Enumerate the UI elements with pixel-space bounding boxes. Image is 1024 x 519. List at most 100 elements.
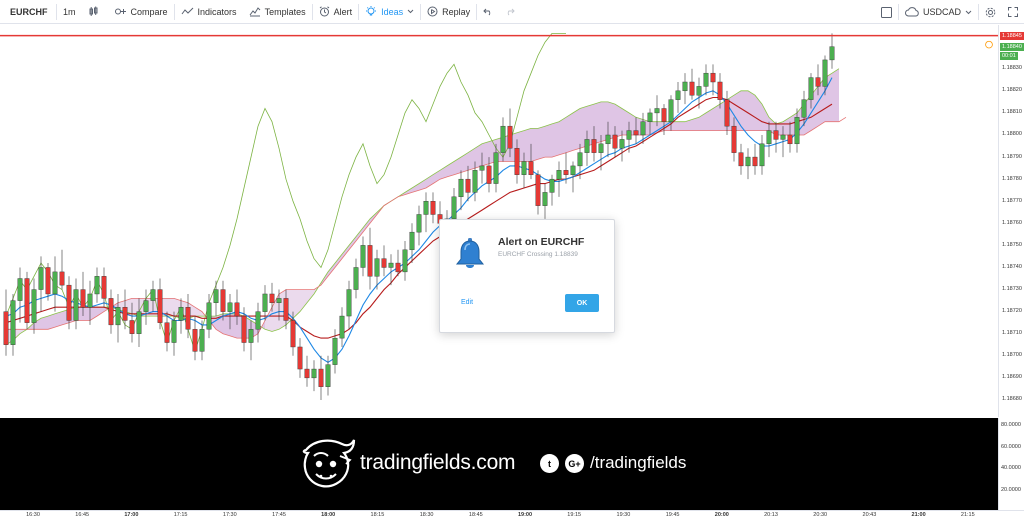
indicators-icon xyxy=(181,6,194,17)
price-tick-label: 1.18740 xyxy=(1002,263,1022,270)
candle-body xyxy=(381,258,387,268)
fullscreen-button[interactable] xyxy=(1002,0,1024,24)
templates-label: Templates xyxy=(264,6,306,17)
chart-style-button[interactable] xyxy=(82,0,109,24)
price-tick-label: 1.18770 xyxy=(1002,197,1022,204)
price-scale[interactable]: 1.18830 1.18820 1.18810 1.18800 1.18790 1.187… xyxy=(998,25,1024,417)
candle-body xyxy=(626,130,632,140)
time-tick-label: 17:15 xyxy=(173,512,188,518)
time-tick-label: 18:45 xyxy=(468,512,483,518)
candle-body xyxy=(815,77,821,87)
cloud-segment xyxy=(97,307,104,317)
alert-label: Alert xyxy=(333,6,353,17)
candle-body xyxy=(234,302,240,317)
interval-button[interactable]: 1m xyxy=(57,0,82,24)
redo-icon xyxy=(505,7,515,16)
candle-body xyxy=(143,300,149,312)
candle-body xyxy=(808,77,814,100)
candle-body xyxy=(31,289,37,323)
candle-body xyxy=(668,99,674,122)
time-tick-label: 17:30 xyxy=(222,512,237,518)
fullscreen-icon xyxy=(1008,7,1018,17)
cloud-save-button[interactable]: USDCAD xyxy=(899,0,978,24)
indicator-scale[interactable]: 80.0000 60.0000 40.0000 20.0000 xyxy=(998,418,1024,510)
candle-body xyxy=(339,315,345,339)
lightbulb-icon xyxy=(365,5,377,18)
price-tick-label: 1.18790 xyxy=(1002,153,1022,160)
candle-body xyxy=(542,192,548,206)
redo-button[interactable] xyxy=(499,0,521,24)
alert-button[interactable]: Alert xyxy=(313,0,359,24)
candle-body xyxy=(115,307,121,326)
undo-icon xyxy=(483,7,493,16)
promo-banner: tradingfields.com t G+ /tradingfields xyxy=(0,418,998,510)
candle-body xyxy=(500,125,506,153)
candle-body xyxy=(311,368,317,379)
candle-body xyxy=(367,245,373,277)
top-toolbar: EURCHF 1m Compare Indicators Templates A… xyxy=(0,0,1024,24)
interval-label: 1m xyxy=(63,6,76,17)
cloud-segment xyxy=(783,117,790,135)
google-plus-icon[interactable]: G+ xyxy=(565,454,584,473)
candle-body xyxy=(549,178,555,193)
candle-body xyxy=(640,121,646,136)
symbol-search-button[interactable]: EURCHF xyxy=(0,0,56,24)
time-tick-label: 21:15 xyxy=(960,512,975,518)
cloud-segment xyxy=(545,123,552,158)
compare-button[interactable]: Compare xyxy=(109,0,174,24)
candle-body xyxy=(759,143,765,167)
replay-icon xyxy=(427,6,438,17)
chevron-down-icon xyxy=(407,9,414,14)
time-tick-label: 18:00 xyxy=(321,512,336,518)
candle-body xyxy=(458,178,464,198)
candle-body xyxy=(395,262,401,273)
bell-icon xyxy=(455,238,485,268)
time-tick-label: 20:00 xyxy=(714,512,729,518)
layout-button[interactable] xyxy=(875,0,898,24)
candle-body xyxy=(556,170,562,180)
price-tick-label: 1.18690 xyxy=(1002,374,1022,381)
alert-dialog-title: Alert on EURCHF xyxy=(498,236,585,248)
cloud-segment xyxy=(307,289,314,303)
candle-body xyxy=(241,315,247,343)
cloud-segment xyxy=(678,121,685,131)
candle-body xyxy=(647,112,653,122)
indicators-button[interactable]: Indicators xyxy=(175,0,243,24)
candle-body xyxy=(318,368,324,387)
undo-button[interactable] xyxy=(477,0,499,24)
price-tick-label: 1.18700 xyxy=(1002,352,1022,359)
candle-body xyxy=(724,99,730,127)
cloud-segment xyxy=(482,141,489,166)
candle-body xyxy=(570,165,576,175)
price-tick-label: 1.18750 xyxy=(1002,241,1022,248)
time-tick-label: 20:30 xyxy=(813,512,828,518)
candle-body xyxy=(290,320,296,348)
candle-body xyxy=(45,267,51,295)
settings-button[interactable] xyxy=(979,0,1002,24)
candle-body xyxy=(521,161,527,175)
time-axis[interactable]: 16:30 16:45 17:00 17:15 17:30 17:45 18:00 18:15… xyxy=(0,510,1024,519)
candle-body xyxy=(654,108,660,114)
price-tick-label: 1.18830 xyxy=(1002,65,1022,72)
ideas-button[interactable]: Ideas xyxy=(359,0,420,24)
candle-body xyxy=(479,165,485,171)
candle-body xyxy=(430,201,436,215)
templates-button[interactable]: Templates xyxy=(243,0,312,24)
ok-button[interactable]: OK xyxy=(565,294,599,312)
website-label: tradingfields.com xyxy=(360,451,516,474)
candle-body xyxy=(402,249,408,273)
indicator-tick-label: 60.0000 xyxy=(1001,443,1021,450)
candle-body xyxy=(528,161,534,175)
candle-body xyxy=(682,81,688,92)
cloud-segment xyxy=(468,148,475,171)
cloud-segment xyxy=(230,313,237,339)
candle-body xyxy=(276,298,282,304)
replay-button[interactable]: Replay xyxy=(421,0,476,24)
time-tick-label: 17:00 xyxy=(124,512,139,518)
price-tick-label: 1.18760 xyxy=(1002,219,1022,226)
price-tick-label: 1.18720 xyxy=(1002,308,1022,315)
candle-body xyxy=(703,72,709,87)
edit-alert-link[interactable]: Edit xyxy=(461,299,473,306)
candle-body xyxy=(360,245,366,268)
twitter-icon[interactable]: t xyxy=(540,454,559,473)
